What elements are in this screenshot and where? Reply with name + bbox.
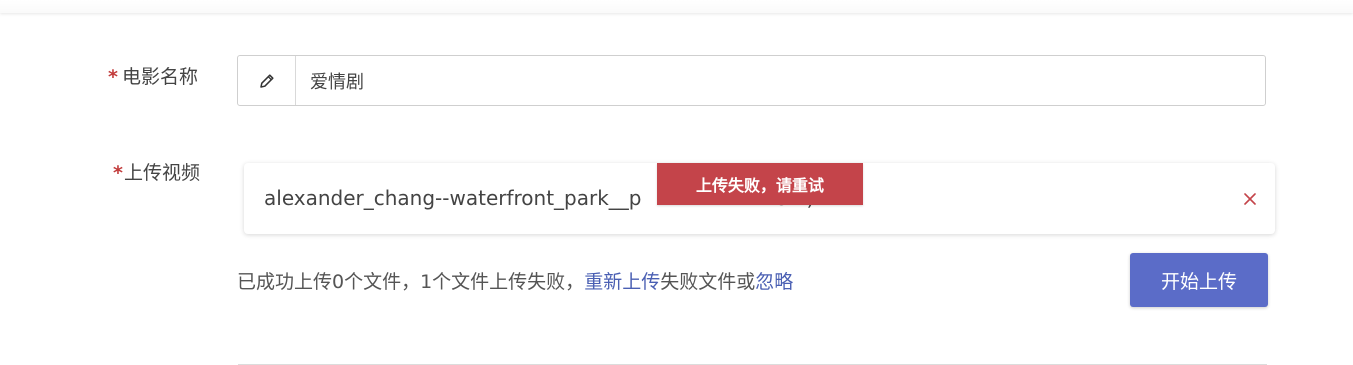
previous-card-bottom: [0, 0, 1353, 13]
movie-name-label-text: 电影名称: [121, 66, 198, 88]
required-mark: *: [108, 66, 118, 88]
retry-upload-link[interactable]: 重新上传: [584, 271, 660, 293]
upload-status-text: 已成功上传0个文件，1个文件上传失败，重新上传失败文件或忽略: [237, 267, 793, 294]
status-middle: 失败文件或: [660, 271, 756, 293]
required-mark: *: [113, 162, 123, 184]
movie-name-input[interactable]: [296, 56, 1265, 105]
start-upload-button[interactable]: 开始上传: [1130, 253, 1268, 307]
pencil-icon: [238, 56, 296, 105]
file-name-visible: alexander_chang--waterfront_park__p: [264, 186, 642, 210]
upload-video-label: *上传视频: [113, 158, 200, 185]
status-prefix: 已成功上传0个文件，1个文件上传失败，: [237, 271, 585, 293]
movie-name-input-group: [237, 55, 1266, 106]
upload-video-label-text: 上传视频: [123, 162, 200, 184]
close-icon[interactable]: [1241, 190, 1259, 208]
movie-name-label: * 电影名称: [108, 62, 198, 89]
upload-error-tooltip: 上传失败，请重试: [657, 163, 863, 205]
ignore-link[interactable]: 忽略: [755, 271, 793, 293]
